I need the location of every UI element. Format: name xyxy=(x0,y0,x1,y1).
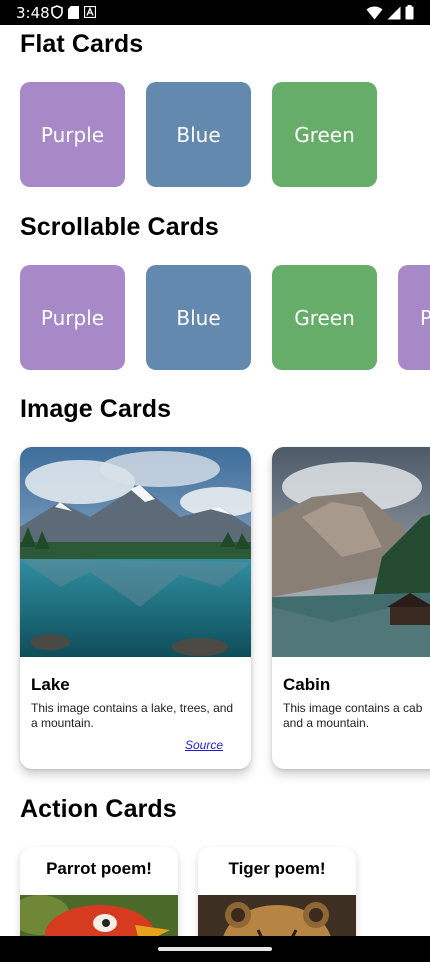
a-badge-icon xyxy=(84,6,96,18)
action-card-title: Tiger poem! xyxy=(228,859,326,878)
scroll-card-purple[interactable]: Purple xyxy=(20,265,125,370)
status-right-icons xyxy=(366,5,414,20)
scrollable-cards-heading: Scrollable Cards xyxy=(20,213,219,241)
source-link[interactable]: Source xyxy=(185,738,223,752)
wifi-icon xyxy=(366,6,383,20)
cellular-signal-icon xyxy=(387,6,401,20)
shield-icon xyxy=(51,5,63,19)
image-card-description: This image contains a lake, trees, and a… xyxy=(31,701,234,730)
image-card-cabin[interactable]: Cabin This image contains a cab and a mo… xyxy=(272,447,430,769)
status-left-icons xyxy=(51,5,96,19)
status-time: 3:48 xyxy=(16,4,50,22)
flat-card-green[interactable]: Green xyxy=(272,82,377,187)
scroll-card-label: Green xyxy=(294,305,355,330)
action-card-tiger[interactable]: Tiger poem! xyxy=(198,847,356,936)
scroll-card-label: Purple xyxy=(40,305,105,330)
image-card-lake[interactable]: Lake This image contains a lake, trees, … xyxy=(20,447,251,769)
action-card-parrot[interactable]: Parrot poem! xyxy=(20,847,178,936)
flat-cards-heading: Flat Cards xyxy=(20,30,144,58)
flat-card-label: Blue xyxy=(176,122,221,147)
scroll-card-blue[interactable]: Blue xyxy=(146,265,251,370)
cabin-image xyxy=(272,447,430,657)
image-card-title: Cabin xyxy=(283,675,331,694)
scroll-card-label: Blue xyxy=(176,305,221,330)
image-card-description: This image contains a cab and a mountain… xyxy=(283,701,423,730)
navigation-bar xyxy=(0,936,430,962)
scroll-card-label: P xyxy=(420,305,430,330)
flat-card-purple[interactable]: Purple xyxy=(20,82,125,187)
flat-card-label: Purple xyxy=(40,122,105,147)
battery-icon xyxy=(405,5,414,20)
image-card-title: Lake xyxy=(31,675,70,694)
parrot-image xyxy=(20,895,178,936)
flat-card-label: Green xyxy=(294,122,355,147)
action-cards-heading: Action Cards xyxy=(20,795,177,823)
lake-image xyxy=(20,447,251,657)
home-handle[interactable] xyxy=(158,947,272,951)
scroll-content[interactable]: Flat Cards Purple Blue Green Scrollable … xyxy=(0,25,430,936)
tiger-image xyxy=(198,895,356,936)
image-cards-heading: Image Cards xyxy=(20,395,172,423)
flat-card-blue[interactable]: Blue xyxy=(146,82,251,187)
scroll-card-purple-partial[interactable]: P xyxy=(398,265,430,370)
status-bar: 3:48 xyxy=(0,0,430,25)
action-card-title: Parrot poem! xyxy=(46,859,152,878)
scroll-card-green[interactable]: Green xyxy=(272,265,377,370)
sd-card-icon xyxy=(68,5,79,19)
